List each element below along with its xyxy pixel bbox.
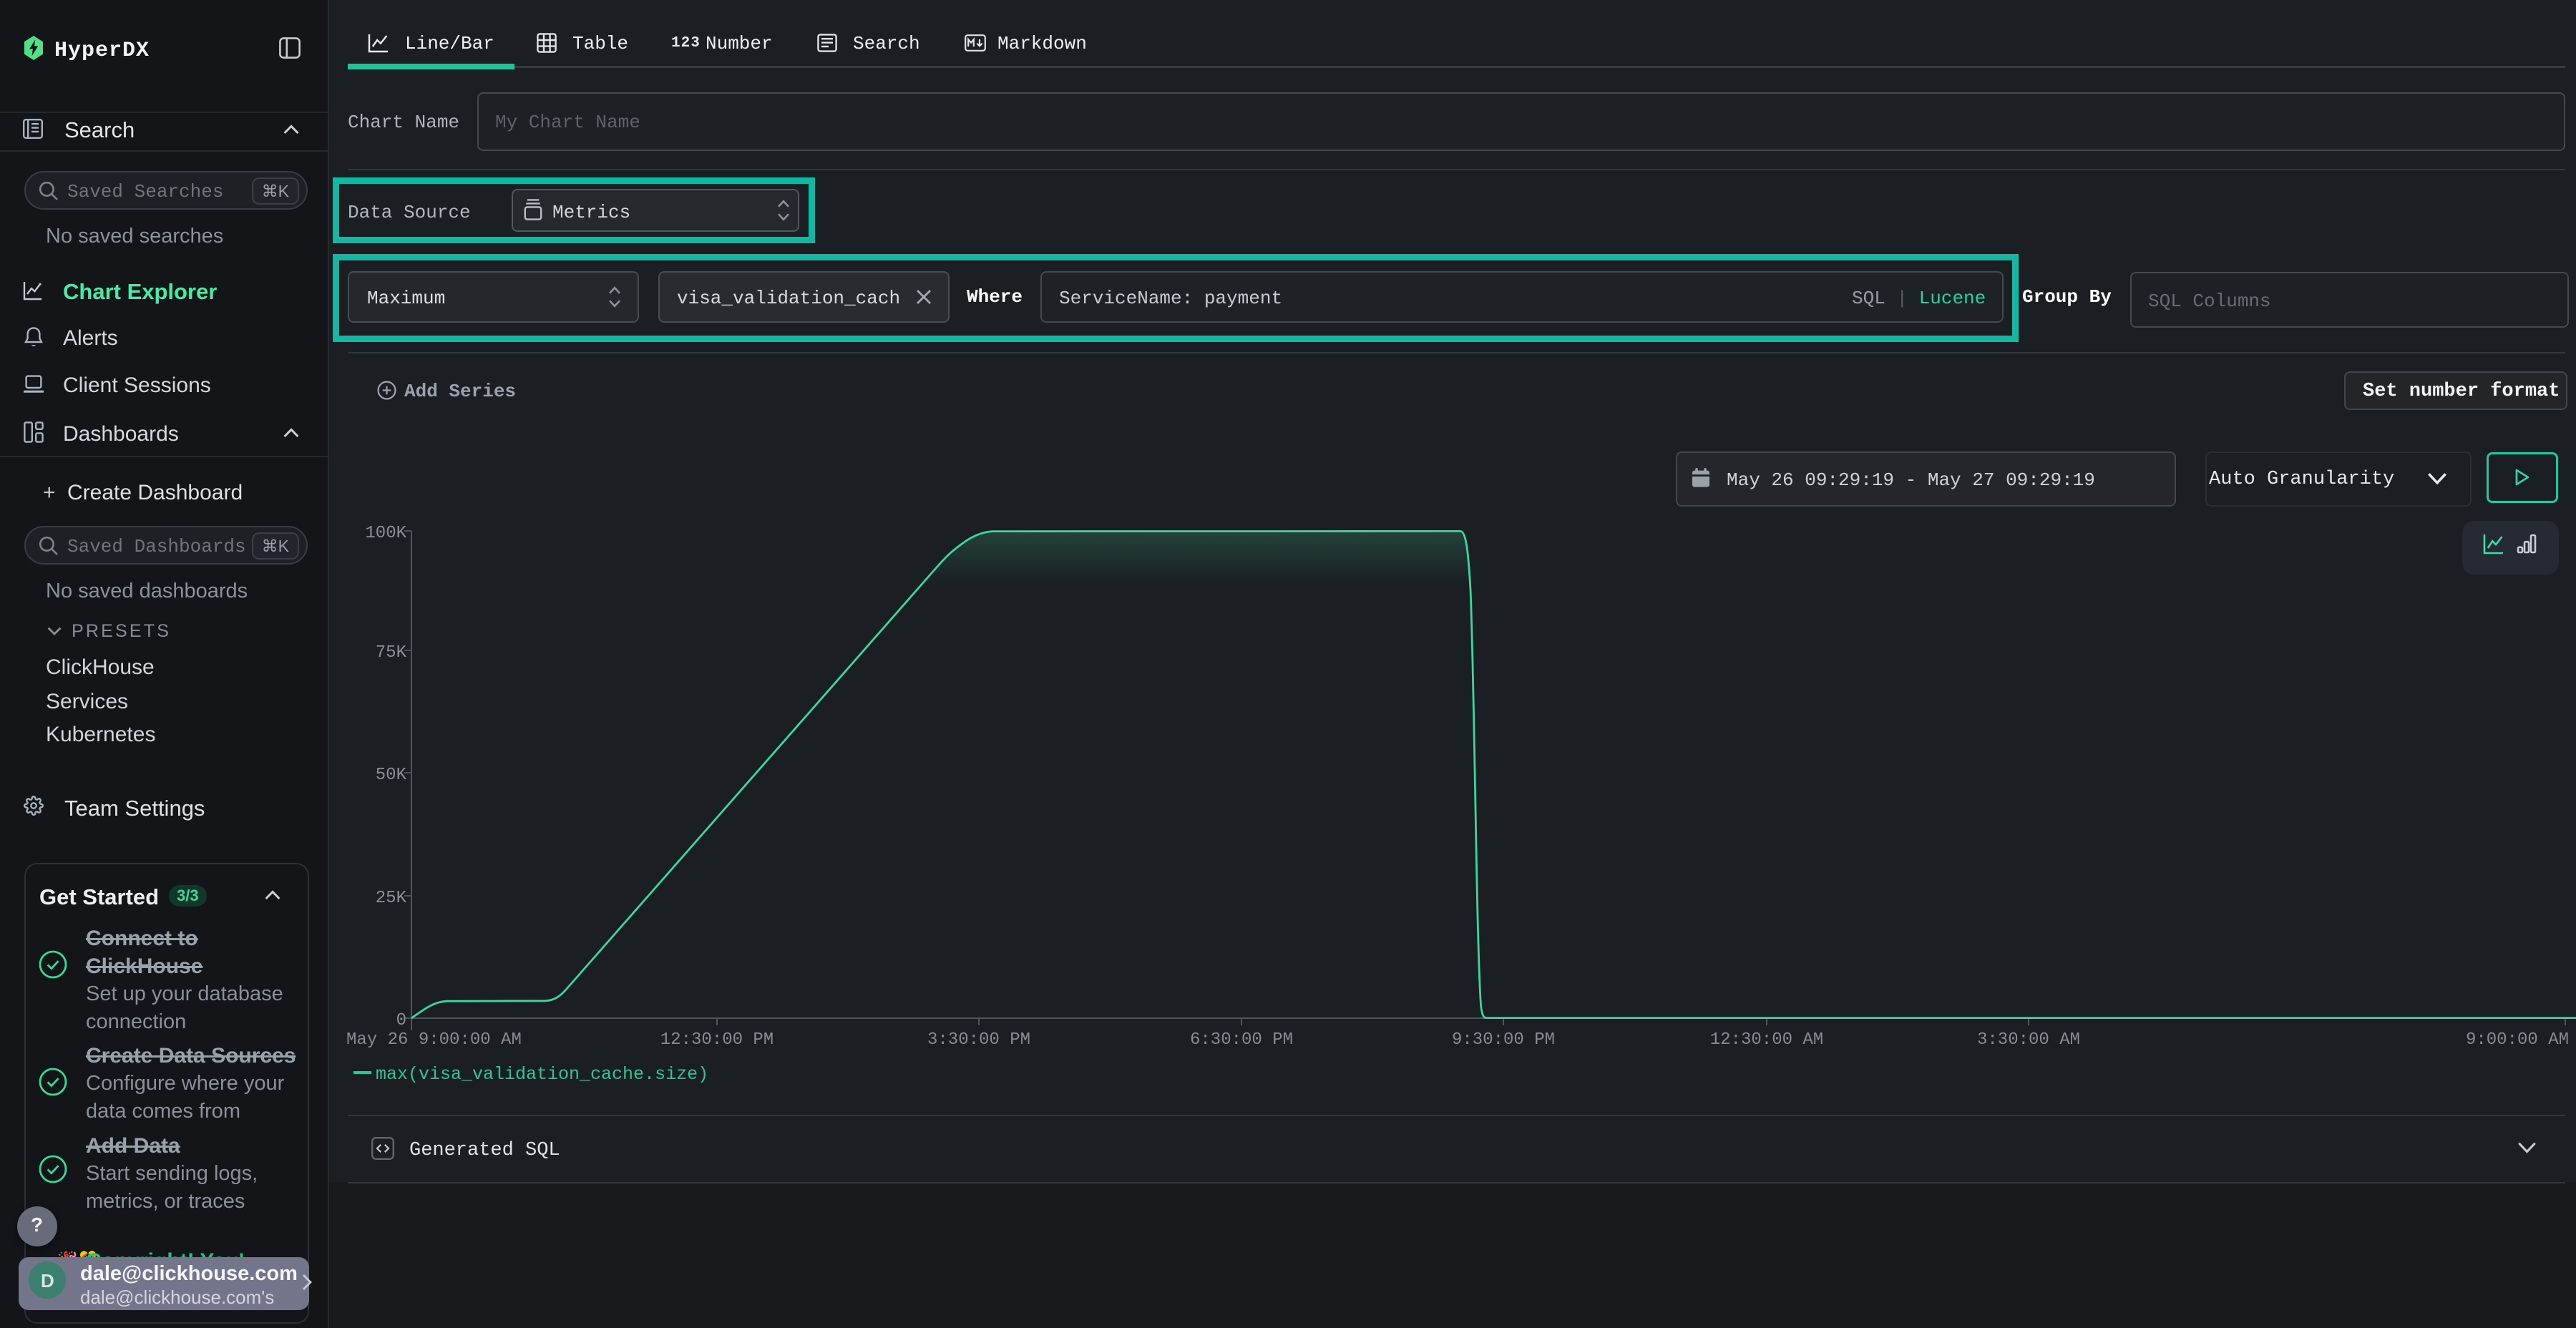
svg-text:12:30:00 AM: 12:30:00 AM bbox=[1710, 1030, 1823, 1050]
svg-text:3:30:00 AM: 3:30:00 AM bbox=[1977, 1030, 2080, 1050]
svg-text:3:30:00 PM: 3:30:00 PM bbox=[927, 1030, 1030, 1050]
svg-text:50K: 50K bbox=[376, 766, 407, 785]
svg-text:max(visa_validation_cache.size: max(visa_validation_cache.size) bbox=[376, 1064, 708, 1085]
svg-text:100K: 100K bbox=[365, 524, 406, 543]
svg-text:May 26 9:00:00 AM: May 26 9:00:00 AM bbox=[346, 1030, 522, 1050]
svg-text:9:00:00 AM: 9:00:00 AM bbox=[2466, 1030, 2569, 1050]
svg-text:25K: 25K bbox=[376, 889, 407, 908]
svg-text:0: 0 bbox=[396, 1011, 406, 1030]
svg-text:9:30:00 PM: 9:30:00 PM bbox=[1452, 1030, 1555, 1050]
svg-text:75K: 75K bbox=[376, 643, 407, 663]
svg-text:6:30:00 PM: 6:30:00 PM bbox=[1190, 1030, 1293, 1050]
svg-text:12:30:00 PM: 12:30:00 PM bbox=[660, 1030, 774, 1050]
